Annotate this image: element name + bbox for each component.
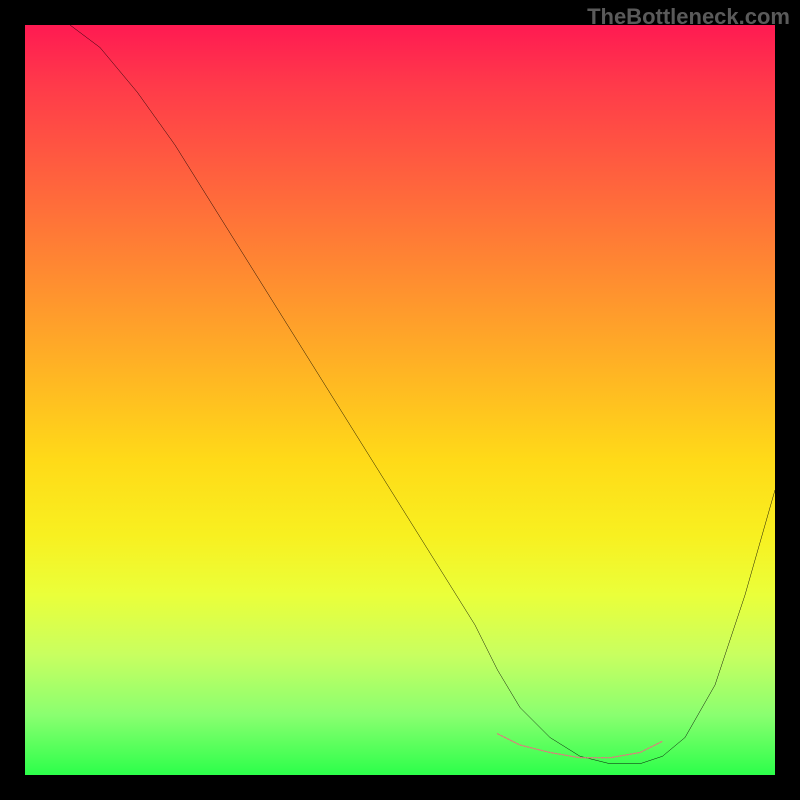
- main-curve: [70, 25, 775, 764]
- curve-layer: [25, 25, 775, 775]
- bottom-overlay-curve: [498, 734, 663, 758]
- chart-frame: TheBottleneck.com: [0, 0, 800, 800]
- watermark-text: TheBottleneck.com: [587, 4, 790, 30]
- plot-area: [25, 25, 775, 775]
